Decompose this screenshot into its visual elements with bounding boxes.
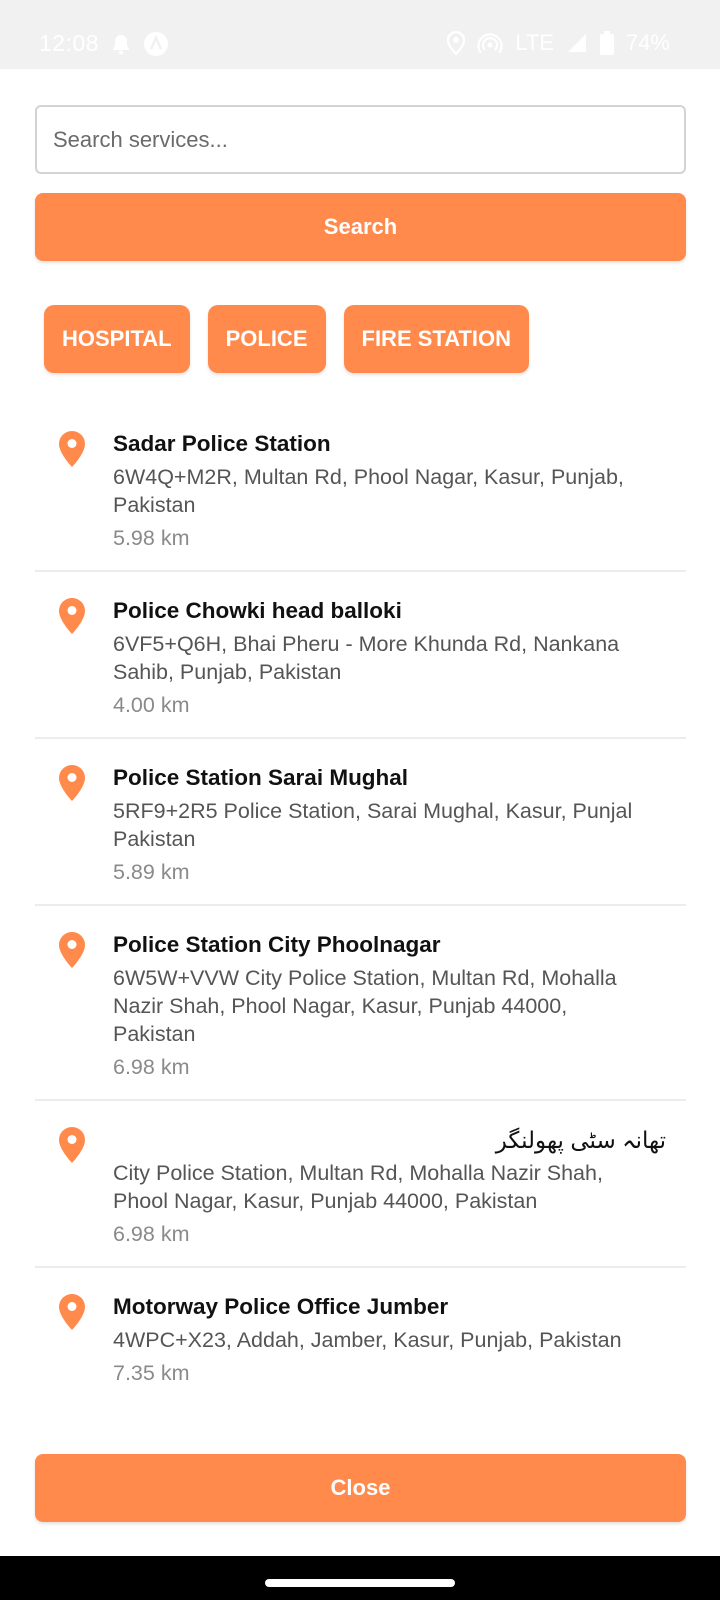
location-icon xyxy=(447,31,466,55)
chip-police[interactable]: POLICE xyxy=(207,305,326,373)
search-services-sheet: Search HOSPITAL POLICE FIRE STATION Sada… xyxy=(0,69,720,1556)
location-pin-icon xyxy=(59,1294,85,1330)
place-name: Motorway Police Office Jumber xyxy=(113,1294,449,1319)
place-address: 6W5W+VVW City Police Station, Multan Rd,… xyxy=(113,966,617,1046)
close-button[interactable]: Close xyxy=(35,1454,686,1522)
place-address: 5RF9+2R5 Police Station, Sarai Mughal, K… xyxy=(113,799,633,851)
results-list: Sadar Police Station 6W4Q+M2R, Multan Rd… xyxy=(35,405,686,1405)
place-name: تھانہ سٹی پھولنگر xyxy=(495,1127,666,1153)
chip-hospital[interactable]: HOSPITAL xyxy=(44,305,190,373)
location-pin-icon xyxy=(59,1127,85,1163)
location-pin-icon xyxy=(59,932,85,968)
status-time: 12:08 xyxy=(39,30,100,56)
place-address: 6VF5+Q6H, Bhai Pheru - More Khunda Rd, N… xyxy=(113,632,620,684)
search-input[interactable] xyxy=(53,126,668,153)
hotspot-icon xyxy=(477,31,503,55)
place-address: City Police Station, Multan Rd, Mohalla … xyxy=(113,1161,603,1213)
list-item[interactable]: Police Chowki head balloki 6VF5+Q6H, Bha… xyxy=(35,572,686,739)
status-bar: 12:08 LTE 74% xyxy=(0,0,720,69)
search-field[interactable] xyxy=(35,105,686,174)
bell-icon xyxy=(111,33,131,55)
list-item[interactable]: Police Station City Phoolnagar 6W5W+VVW … xyxy=(35,906,686,1101)
chip-fire-station[interactable]: FIRE STATION xyxy=(343,305,530,373)
place-distance: 6.98 km xyxy=(113,1055,190,1079)
place-name: Sadar Police Station xyxy=(113,431,331,456)
list-item[interactable]: Police Station Sarai Mughal 5RF9+2R5 Pol… xyxy=(35,739,686,906)
search-button[interactable]: Search xyxy=(35,193,686,261)
location-pin-icon xyxy=(59,431,85,467)
battery-level: 74% xyxy=(625,30,670,55)
place-address: 4WPC+X23, Addah, Jamber, Kasur, Punjab, … xyxy=(113,1328,622,1352)
place-distance: 4.00 km xyxy=(113,693,190,717)
signal-icon xyxy=(566,32,588,54)
place-distance: 5.98 km xyxy=(113,526,190,550)
location-pin-icon xyxy=(59,598,85,634)
assistant-icon xyxy=(143,31,169,57)
place-name: Police Station Sarai Mughal xyxy=(113,765,409,790)
place-distance: 5.89 km xyxy=(113,860,190,884)
place-distance: 7.35 km xyxy=(113,1361,190,1385)
list-item[interactable]: Sadar Police Station 6W4Q+M2R, Multan Rd… xyxy=(35,405,686,572)
list-item[interactable]: تھانہ سٹی پھولنگر City Police Station, M… xyxy=(35,1101,686,1268)
place-address: 6W4Q+M2R, Multan Rd, Phool Nagar, Kasur,… xyxy=(113,465,624,517)
place-name: Police Chowki head balloki xyxy=(113,598,402,623)
place-name: Police Station City Phoolnagar xyxy=(113,932,441,957)
category-chips: HOSPITAL POLICE FIRE STATION xyxy=(44,305,530,373)
home-gesture-handle[interactable] xyxy=(265,1579,455,1587)
battery-icon xyxy=(599,31,614,55)
navigation-bar xyxy=(0,1556,720,1600)
list-item[interactable]: Motorway Police Office Jumber 4WPC+X23, … xyxy=(35,1268,686,1405)
place-distance: 6.98 km xyxy=(113,1222,190,1246)
network-type: LTE xyxy=(515,30,554,55)
location-pin-icon xyxy=(59,765,85,801)
